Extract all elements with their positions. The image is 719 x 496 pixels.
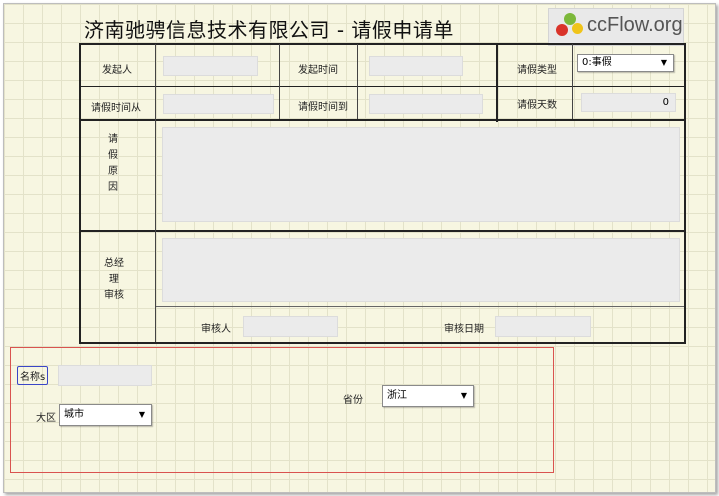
leave-from-label: 请假时间从: [91, 103, 141, 114]
ccflow-logo: ccFlow.org: [548, 8, 684, 46]
chevron-down-icon: ▼: [660, 58, 667, 67]
reviewer-field[interactable]: [243, 316, 338, 337]
table-row2-border: [79, 119, 686, 121]
logo-circle-red-icon: [556, 24, 568, 36]
page-title: 济南驰骋信息技术有限公司 - 请假申请单: [84, 18, 454, 42]
table-row1-border: [79, 86, 686, 87]
table-col2-border: [279, 44, 280, 119]
leave-type-label: 请假类型: [517, 65, 557, 76]
gm-review-textarea[interactable]: [162, 238, 680, 302]
district-select[interactable]: 城市 ▼: [59, 404, 152, 426]
reason-char-1: 请: [108, 134, 118, 145]
reason-char-4: 因: [108, 182, 118, 193]
leave-type-select[interactable]: 0:事假 ▼: [577, 54, 674, 72]
leave-days-field[interactable]: 0: [581, 93, 676, 112]
logo-text: ccFlow.org: [587, 14, 683, 36]
review-date-label: 审核日期: [444, 324, 484, 335]
table-top-border: [79, 43, 686, 45]
gm-char-3: 审核: [104, 290, 124, 301]
review-date-field[interactable]: [495, 316, 591, 337]
gm-char-2: 理: [109, 274, 119, 285]
leave-to-field[interactable]: [369, 94, 483, 114]
name-label: 名称s: [17, 366, 49, 385]
table-col1-border: [155, 44, 156, 342]
leave-days-label: 请假天数: [517, 100, 557, 111]
table-inner-border: [155, 306, 686, 307]
table-row3-border: [79, 230, 686, 232]
leave-to-label: 请假时间到: [298, 102, 348, 113]
table-col4-border: [496, 44, 498, 122]
province-select[interactable]: 浙江 ▼: [382, 385, 474, 407]
leave-type-value: 0:事假: [582, 57, 612, 68]
name-field[interactable]: [58, 365, 152, 386]
gm-char-1: 总经: [104, 258, 124, 269]
province-label: 省份: [343, 395, 363, 406]
initiator-label: 发起人: [102, 65, 132, 76]
table-col5-border: [572, 44, 573, 119]
province-value: 浙江: [387, 390, 407, 401]
chevron-down-icon: ▼: [460, 391, 467, 400]
reviewer-label: 审核人: [201, 324, 231, 335]
start-time-label: 发起时间: [298, 65, 338, 76]
logo-circle-yellow-icon: [572, 23, 583, 34]
table-left-border: [79, 43, 81, 344]
district-label: 大区: [36, 413, 56, 424]
reason-char-3: 原: [108, 166, 118, 177]
start-time-field[interactable]: [369, 56, 463, 76]
reason-textarea[interactable]: [162, 127, 680, 222]
chevron-down-icon: ▼: [138, 410, 145, 419]
district-value: 城市: [64, 409, 84, 420]
gm-review-label: 总经 理 审核: [103, 256, 125, 304]
reason-char-2: 假: [108, 150, 118, 161]
table-right-border: [684, 43, 686, 344]
initiator-field[interactable]: [163, 56, 258, 76]
reason-label: 请 假 原 因: [107, 132, 119, 196]
table-bottom-border: [79, 342, 686, 344]
table-col3-border: [357, 44, 358, 119]
leave-from-field[interactable]: [163, 94, 274, 114]
